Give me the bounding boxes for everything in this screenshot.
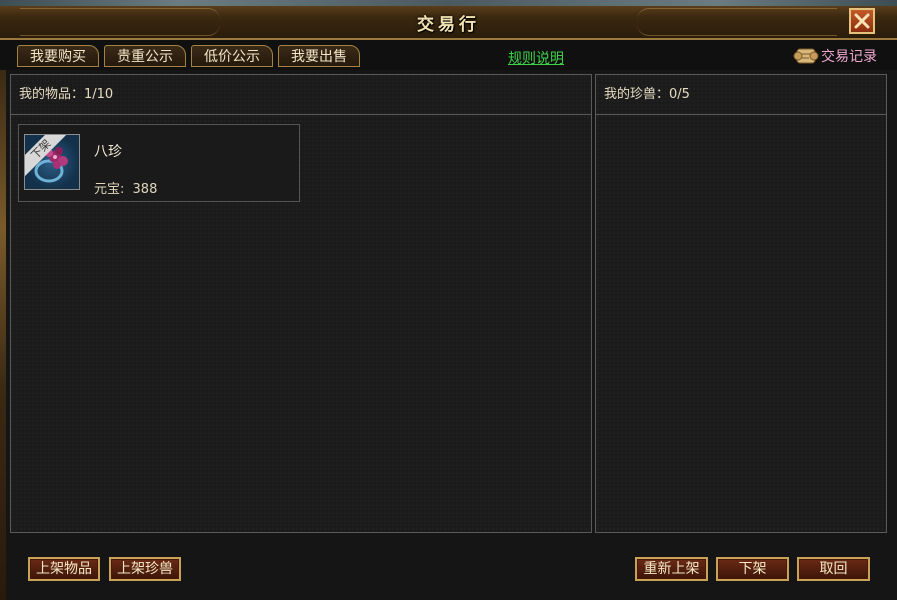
background-strip bbox=[0, 0, 897, 6]
title-bar: 交易行 bbox=[0, 0, 897, 40]
tab-sell[interactable]: 我要出售 bbox=[278, 45, 360, 67]
window-edge-decoration bbox=[0, 70, 6, 600]
my-items-header: 我的物品：1/10 bbox=[11, 75, 591, 115]
item-card[interactable]: 下架 八珍 元宝: 388 bbox=[18, 124, 300, 202]
window-title: 交易行 bbox=[417, 15, 480, 35]
tab-bar: 我要购买 贵重公示 低价公示 我要出售 规则说明 交易记录 bbox=[0, 40, 897, 70]
tab-buy[interactable]: 我要购买 bbox=[17, 45, 99, 67]
close-icon bbox=[854, 13, 870, 29]
tab-lowprice-notice[interactable]: 低价公示 bbox=[191, 45, 273, 67]
scroll-icon bbox=[793, 48, 819, 64]
item-name: 八珍 bbox=[94, 144, 122, 160]
my-pets-panel: 我的珍兽：0/5 bbox=[595, 74, 887, 533]
list-pet-button[interactable]: 上架珍兽 bbox=[109, 557, 181, 581]
list-item-button[interactable]: 上架物品 bbox=[28, 557, 100, 581]
delist-button[interactable]: 下架 bbox=[716, 557, 789, 581]
close-button[interactable] bbox=[849, 8, 875, 34]
relist-button[interactable]: 重新上架 bbox=[635, 557, 708, 581]
item-icon: 下架 bbox=[24, 134, 80, 190]
my-pets-header: 我的珍兽：0/5 bbox=[596, 75, 886, 115]
item-price-value: 388 bbox=[132, 182, 158, 197]
tab-valuable-notice[interactable]: 贵重公示 bbox=[104, 45, 186, 67]
rules-link[interactable]: 规则说明 bbox=[508, 48, 564, 68]
item-price-label: 元宝: bbox=[94, 182, 125, 197]
retrieve-button[interactable]: 取回 bbox=[797, 557, 870, 581]
item-price: 元宝: 388 bbox=[94, 178, 157, 197]
my-items-panel: 我的物品：1/10 下架 八珍 元宝: 388 bbox=[10, 74, 592, 533]
trade-record-label: 交易记录 bbox=[821, 49, 877, 65]
trade-record-button[interactable]: 交易记录 bbox=[793, 44, 877, 68]
